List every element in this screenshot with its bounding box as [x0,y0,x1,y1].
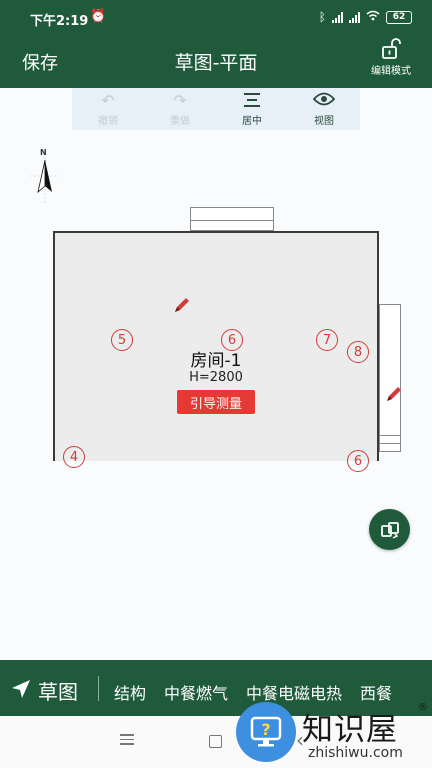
rotate-icon [380,521,399,539]
guided-measure-button[interactable]: 引导测量 [177,390,255,414]
signal-icon [332,11,343,23]
view-button[interactable]: 视图 [288,88,360,130]
category-item[interactable]: 西餐 [360,680,392,704]
compass-north-label: N [40,148,47,157]
menu-icon[interactable] [120,734,134,748]
edit-mode-label: 编辑模式 [371,66,411,77]
wall-number[interactable]: 6 [347,450,369,472]
redo-label: 重做 [170,115,190,127]
door-opening[interactable] [190,207,274,231]
compass: N [30,148,60,208]
wifi-icon [366,10,380,24]
edit-pencil-icon[interactable] [384,384,402,402]
watermark-logo-icon: ? [236,702,296,762]
redo-button[interactable]: ↷ 重做 [144,88,216,130]
rotate-button[interactable] [369,509,410,550]
redo-icon: ↷ [173,90,187,110]
wall-number[interactable]: 7 [316,329,338,351]
edit-pencil-icon[interactable] [172,295,190,313]
status-time: 下午2:19 [30,14,89,29]
undo-label: 撤销 [98,115,118,127]
view-label: 视图 [314,115,334,127]
category-item[interactable]: 中餐燃气 [164,680,228,704]
center-button[interactable]: 居中 [216,88,288,130]
wall-number[interactable]: 8 [347,341,369,363]
undo-button[interactable]: ↶ 撤销 [72,88,144,130]
wall-number[interactable]: 5 [111,329,133,351]
undo-icon: ↶ [101,90,115,110]
unlock-icon [382,38,401,59]
wall-number[interactable]: 4 [63,446,85,468]
room-height: H=2800 [189,370,243,385]
center-label: 居中 [242,115,262,127]
alarm-off-icon: ⏰ [90,9,107,24]
signal-icon [349,11,360,23]
watermark-url: zhishiwu.com [308,745,403,761]
home-icon[interactable] [209,735,222,748]
app-bar: 保存 草图-平面 编辑模式 [0,36,432,88]
canvas-toolbar: ↶ 撤销 ↷ 重做 居中 视图 [72,88,360,130]
edit-mode-button[interactable]: 编辑模式 [368,38,414,77]
save-button[interactable]: 保存 [22,49,58,75]
battery-icon: 62 [386,10,412,24]
category-list: 结构 中餐燃气 中餐电磁电热 西餐 [114,680,392,704]
watermark-registered: ® [418,702,428,713]
center-icon [242,92,262,110]
watermark-text: 知识屋 [302,712,398,748]
room-name: 房间-1 [190,351,242,371]
navigation-arrow-icon[interactable] [10,678,32,704]
svg-text:?: ? [261,720,270,739]
window-opening[interactable] [379,304,401,452]
category-item[interactable]: 结构 [114,680,146,704]
eye-icon [312,92,336,110]
category-item[interactable]: 中餐电磁电热 [246,680,342,704]
divider [98,676,99,701]
app-header: 下午2:19 ⏰ ᛒ 62 保存 草图-平面 编辑模式 [0,0,432,88]
bluetooth-icon: ᛒ [318,10,326,24]
tab-sketch[interactable]: 草图 [38,676,78,705]
status-bar: 下午2:19 ⏰ ᛒ 62 [0,0,432,36]
